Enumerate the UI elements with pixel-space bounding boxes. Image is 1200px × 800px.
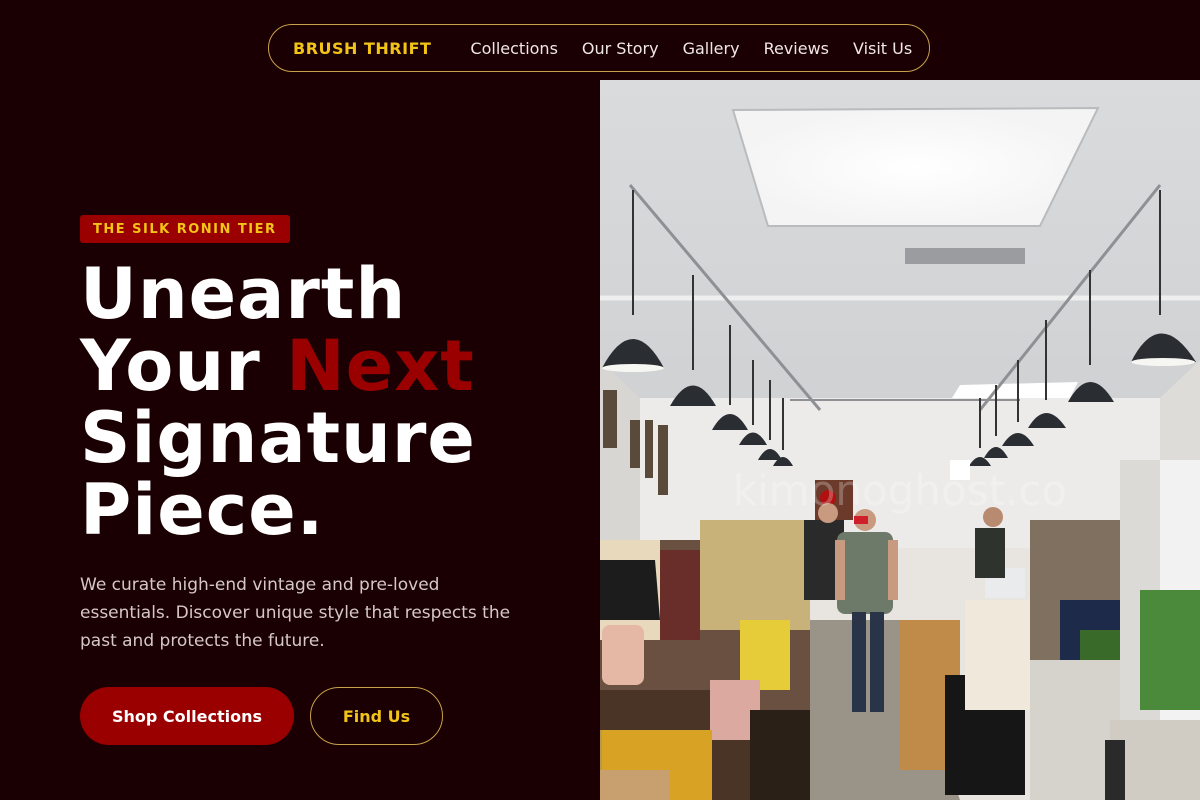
nav-link-visit-us[interactable]: Visit Us <box>853 39 912 58</box>
tier-badge: THE SILK RONIN TIER <box>80 215 290 243</box>
headline-line-1: Unearth <box>80 253 407 335</box>
nav-link-reviews[interactable]: Reviews <box>764 39 829 58</box>
hero-description: We curate high-end vintage and pre-loved… <box>80 575 511 651</box>
store-interior-photo: kimonoghost.co <box>600 80 1200 800</box>
nav-link-collections[interactable]: Collections <box>470 39 557 58</box>
headline-line-3: Signature <box>80 397 476 479</box>
nav-links: Collections Our Story Gallery Reviews Vi… <box>470 39 912 58</box>
headline-line-2-start: Your <box>80 325 287 407</box>
store-interior-illustration: kimonoghost.co <box>600 80 1200 800</box>
top-navigation: BRUSH THRIFT Collections Our Story Galle… <box>268 24 930 72</box>
nav-link-gallery[interactable]: Gallery <box>683 39 740 58</box>
shop-collections-button[interactable]: Shop Collections <box>80 687 294 745</box>
headline-line-4: Piece. <box>80 469 325 551</box>
hero-headline: Unearth Your Next Signature Piece. <box>80 258 590 546</box>
photo-watermark: kimonoghost.co <box>733 466 1067 515</box>
headline-accent-word: Next <box>286 325 475 407</box>
nav-link-our-story[interactable]: Our Story <box>582 39 659 58</box>
find-us-button[interactable]: Find Us <box>310 687 443 745</box>
brand-logo[interactable]: BRUSH THRIFT <box>293 39 431 58</box>
